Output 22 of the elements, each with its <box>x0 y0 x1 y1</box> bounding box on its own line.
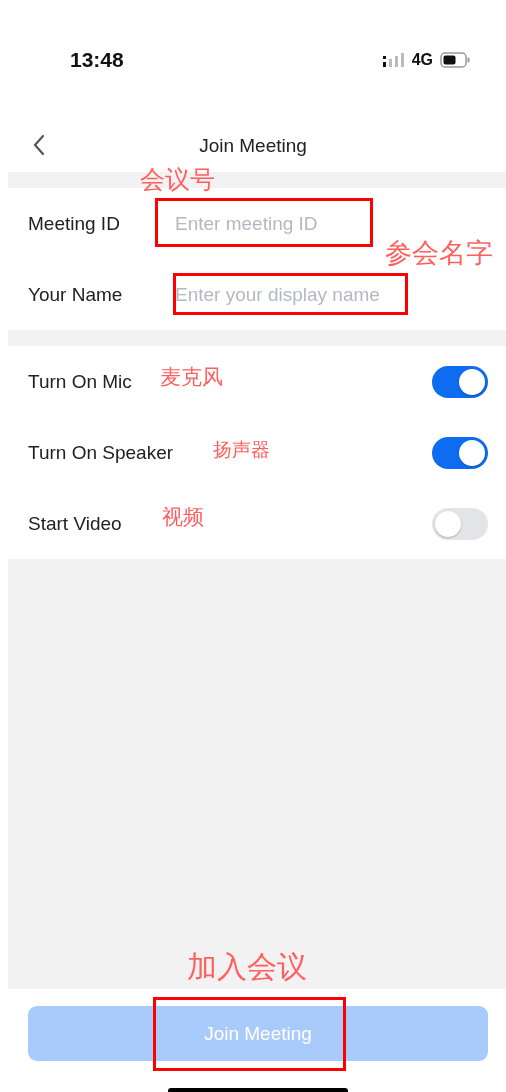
annotation-label: 会议号 <box>140 166 215 194</box>
field-label: Your Name <box>28 283 124 306</box>
back-icon <box>32 134 46 156</box>
setting-label: Turn On Mic <box>28 370 132 393</box>
setting-label: Start Video <box>28 512 122 535</box>
field-label: Meeting ID <box>28 212 121 235</box>
annotation-label: 参会名字 <box>385 238 493 268</box>
network-label: 4G <box>411 51 433 69</box>
annotation-label: 加入会议 <box>187 950 307 983</box>
toggle-switch[interactable] <box>432 365 488 398</box>
annotation-label: 扬声器 <box>213 439 270 460</box>
annotation-label: 麦克风 <box>160 366 223 390</box>
input-field[interactable]: Enter your display name <box>175 283 475 306</box>
signal-icon <box>382 53 405 67</box>
toggle-switch[interactable] <box>432 436 488 469</box>
annotation-label: 视频 <box>162 506 204 530</box>
input-field[interactable]: Enter meeting ID <box>175 212 475 235</box>
page-title: Join Meeting <box>199 135 307 157</box>
setting-label: Turn On Speaker <box>28 441 174 464</box>
toggle-switch[interactable] <box>432 507 488 540</box>
status-time: 13:48 <box>70 48 125 72</box>
battery-icon <box>440 52 470 68</box>
